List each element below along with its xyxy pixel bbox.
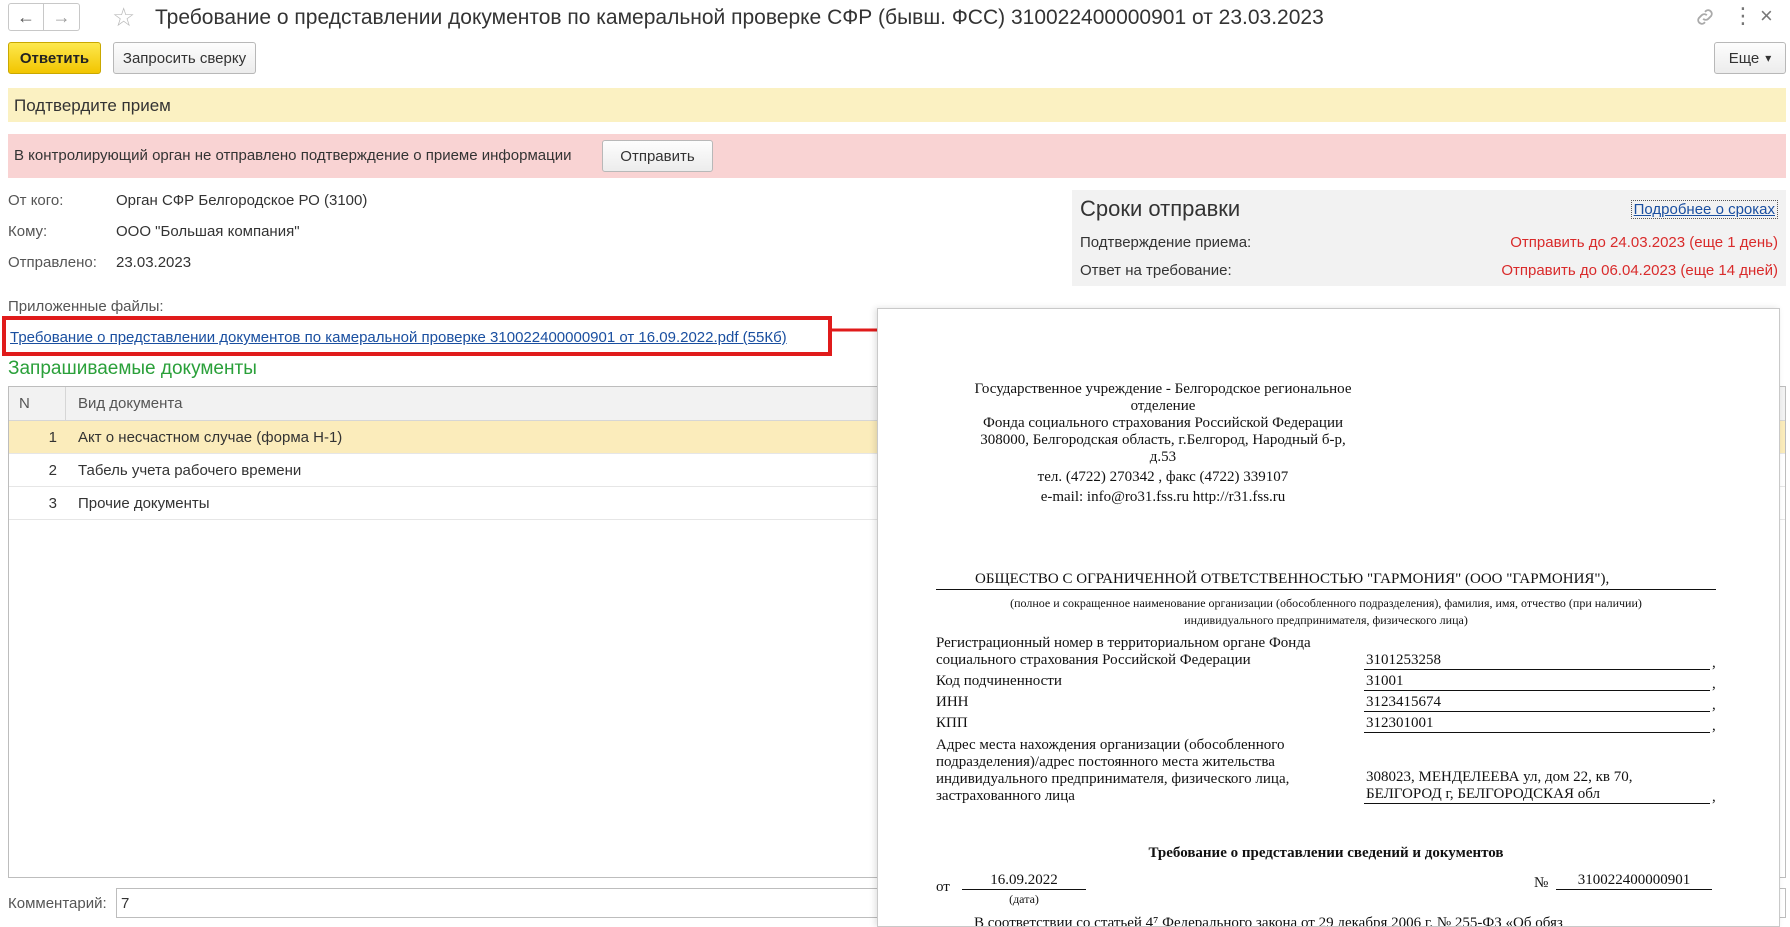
preview-address-label: индивидуального предпринимателя, физичес…: [936, 771, 1290, 787]
column-separator: [65, 387, 66, 421]
deadlines-panel: Сроки отправки Подробнее о сроках Подтве…: [1072, 190, 1786, 286]
preview-address-label: подразделения)/адрес постоянного места ж…: [936, 754, 1275, 770]
more-menu-label: Еще: [1728, 49, 1760, 67]
column-header-doc-type[interactable]: Вид документа: [78, 395, 182, 412]
preview-inn-value: 3123415674: [1366, 694, 1441, 710]
preview-org-line: д.53: [1149, 449, 1177, 465]
more-menu-button[interactable]: Еще ▾: [1714, 42, 1786, 74]
close-icon[interactable]: ×: [1760, 2, 1773, 30]
preview-num-value: 310022400000901: [1577, 872, 1691, 888]
preview-address-value: 308023, МЕНДЕЛЕЕВА ул, дом 22, кв 70,: [1366, 769, 1633, 785]
preview-address-label: Адрес места нахождения организации (обос…: [936, 737, 1285, 753]
title-bar: ← → ☆ Требование о представлении докумен…: [0, 0, 1790, 36]
row-doc-name: Табель учета рабочего времени: [78, 462, 302, 479]
preview-org-line: Фонда социального страхования Российской…: [982, 415, 1344, 431]
deadline-confirm-value: Отправить до 24.03.2023 (еще 1 день): [1510, 234, 1778, 251]
preview-comma: ,: [1712, 676, 1716, 692]
to-label: Кому:: [8, 223, 48, 240]
preview-comma: ,: [1712, 697, 1716, 713]
confirm-banner: Подтвердите прием: [8, 88, 1786, 122]
preview-num-prefix: №: [1534, 875, 1549, 891]
column-header-n[interactable]: N: [19, 395, 30, 412]
preview-comma: ,: [1712, 655, 1716, 671]
request-reconciliation-button[interactable]: Запросить сверку: [113, 42, 256, 74]
preview-body-line: В соответствии со статьей 4⁷ Федеральног…: [974, 915, 1563, 927]
preview-org-line: Государственное учреждение - Белгородско…: [974, 381, 1352, 397]
preview-underline: [1364, 803, 1710, 804]
preview-underline: [936, 589, 1716, 590]
sent-value: 23.03.2023: [116, 254, 192, 271]
requested-documents-title: Запрашиваемые документы: [8, 358, 257, 379]
preview-company-note: индивидуального предпринимателя, физичес…: [1184, 613, 1468, 627]
preview-from-prefix: от: [936, 879, 950, 895]
preview-sub-label: Код подчиненности: [936, 673, 1062, 689]
star-icon[interactable]: ☆: [112, 2, 135, 32]
preview-underline: [1364, 669, 1710, 670]
preview-comma: ,: [1712, 718, 1716, 734]
preview-address-value: БЕЛГОРОД г, БЕЛГОРОДСКАЯ обл: [1366, 786, 1601, 802]
row-doc-name: Прочие документы: [78, 495, 210, 512]
send-confirmation-button[interactable]: Отправить: [602, 140, 713, 172]
preview-underline: [962, 889, 1086, 890]
deadlines-more-link[interactable]: Подробнее о сроках: [1630, 200, 1778, 219]
row-number: 2: [48, 462, 57, 479]
preview-date-caption: (дата): [1009, 892, 1039, 906]
preview-company: ОБЩЕСТВО С ОГРАНИЧЕННОЙ ОТВЕТСТВЕННОСТЬЮ…: [975, 571, 1610, 587]
preview-underline: [1556, 889, 1712, 890]
deadlines-title: Сроки отправки: [1080, 196, 1241, 221]
warning-message: В контролирующий орган не отправлено под…: [14, 147, 572, 164]
preview-org-line: e-mail: info@ro31.fss.ru http://r31.fss.…: [1040, 489, 1286, 505]
document-preview: Государственное учреждение - Белгородско…: [877, 308, 1780, 927]
more-vertical-icon[interactable]: ⋮: [1732, 2, 1754, 30]
preview-kpp-value: 312301001: [1366, 715, 1434, 731]
preview-underline: [1364, 732, 1710, 733]
from-label: От кого:: [8, 192, 64, 209]
preview-org-line: отделение: [1130, 398, 1196, 414]
comment-label: Комментарий:: [8, 895, 107, 912]
deadline-reply-value: Отправить до 06.04.2023 (еще 14 дней): [1501, 262, 1778, 279]
reply-button[interactable]: Ответить: [8, 42, 101, 74]
arrow-right-icon: →: [52, 6, 71, 27]
back-button[interactable]: ←: [8, 3, 44, 31]
preview-org-line: 308000, Белгородская область, г.Белгород…: [980, 432, 1346, 448]
page-title: Требование о представлении документов по…: [155, 6, 1324, 29]
to-value: ООО "Большая компания": [116, 223, 300, 240]
preview-underline: [1364, 711, 1710, 712]
row-number: 1: [48, 429, 57, 446]
preview-reg-label: социального страхования Российской Федер…: [936, 652, 1251, 668]
link-icon[interactable]: [1694, 6, 1716, 28]
preview-company-note: (полное и сокращенное наименование орган…: [1010, 596, 1642, 610]
preview-reg-label: Регистрационный номер в территориальном …: [936, 635, 1311, 651]
preview-underline: [1364, 690, 1710, 691]
row-doc-name: Акт о несчастном случае (форма Н-1): [78, 429, 343, 446]
from-value: Орган СФР Белгородское РО (3100): [116, 192, 368, 209]
highlight-frame: [2, 316, 832, 356]
row-number: 3: [48, 495, 57, 512]
sent-label: Отправлено:: [8, 254, 97, 271]
preview-reg-value: 3101253258: [1366, 652, 1441, 668]
preview-address-label: застрахованного лица: [936, 788, 1075, 804]
preview-org-line: тел. (4722) 270342 , факс (4722) 339107: [1037, 469, 1289, 485]
preview-doc-title: Требование о представлении сведений и до…: [1148, 845, 1504, 861]
attached-files-label: Приложенные файлы:: [8, 298, 164, 315]
arrow-left-icon: ←: [17, 6, 35, 27]
preview-sub-value: 31001: [1366, 673, 1404, 689]
deadline-confirm-label: Подтверждение приема:: [1080, 234, 1252, 251]
chevron-down-icon: ▾: [1765, 51, 1772, 65]
warning-banner: В контролирующий орган не отправлено под…: [8, 134, 1786, 178]
preview-kpp-label: КПП: [936, 715, 968, 731]
preview-inn-label: ИНН: [936, 694, 969, 710]
preview-date-value: 16.09.2022: [990, 872, 1058, 888]
forward-button[interactable]: →: [44, 3, 80, 31]
preview-comma: ,: [1712, 789, 1716, 805]
deadline-reply-label: Ответ на требование:: [1080, 262, 1232, 279]
